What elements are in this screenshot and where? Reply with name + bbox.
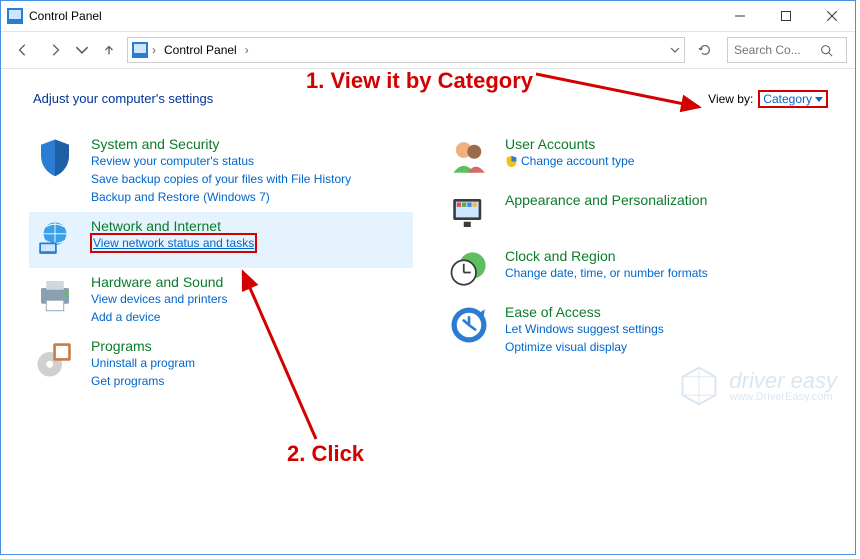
annotation-text-1: 1. View it by Category — [306, 68, 533, 94]
task-link[interactable]: Backup and Restore (Windows 7) — [91, 188, 351, 206]
window-title: Control Panel — [29, 9, 102, 23]
category-network-internet: Network and Internet View network status… — [29, 212, 413, 268]
titlebar-controls — [717, 1, 855, 31]
watermark-logo-icon — [677, 364, 721, 408]
breadcrumb-item[interactable]: Control Panel — [160, 43, 241, 57]
category-user-accounts: User Accounts Change account type — [443, 130, 827, 186]
task-link[interactable]: Get programs — [91, 372, 195, 390]
task-link[interactable]: Uninstall a program — [91, 354, 195, 372]
up-button[interactable] — [95, 36, 123, 64]
task-link[interactable]: Optimize visual display — [505, 338, 664, 356]
address-dropdown-icon[interactable] — [670, 45, 680, 55]
view-by-control: View by: Category — [708, 91, 827, 107]
user-accounts-icon — [448, 136, 490, 178]
forward-button[interactable] — [41, 36, 69, 64]
refresh-button[interactable] — [693, 38, 717, 62]
category-link[interactable]: Appearance and Personalization — [505, 192, 707, 208]
maximize-button[interactable] — [763, 1, 809, 31]
control-panel-window: Control Panel › Control Panel › 1. View … — [0, 0, 856, 555]
category-link[interactable]: Network and Internet — [91, 218, 256, 234]
titlebar: Control Panel — [1, 1, 855, 32]
view-by-value: Category — [763, 92, 812, 106]
watermark: driver easy www.DriverEasy.com — [677, 364, 837, 408]
search-box[interactable] — [727, 37, 847, 63]
address-bar[interactable]: › Control Panel › — [127, 37, 685, 63]
category-clock-region: Clock and Region Change date, time, or n… — [443, 242, 827, 298]
category-link[interactable]: Hardware and Sound — [91, 274, 228, 290]
close-button[interactable] — [809, 1, 855, 31]
search-icon — [820, 44, 833, 57]
task-link[interactable]: Change date, time, or number formats — [505, 264, 708, 282]
category-ease-of-access: Ease of Access Let Windows suggest setti… — [443, 298, 827, 362]
task-link[interactable]: Let Windows suggest settings — [505, 320, 664, 338]
category-grid: System and Security Review your computer… — [29, 130, 827, 396]
annotation-text-2: 2. Click — [287, 441, 364, 467]
view-by-dropdown[interactable]: Category — [759, 91, 827, 107]
chevron-right-icon: › — [152, 43, 156, 57]
navbar: › Control Panel › — [1, 32, 855, 69]
network-icon — [34, 218, 76, 260]
ease-of-access-icon — [448, 304, 490, 346]
uac-shield-icon — [505, 155, 518, 168]
category-appearance: Appearance and Personalization — [443, 186, 827, 242]
task-link[interactable]: Change account type — [521, 152, 634, 170]
category-link[interactable]: Ease of Access — [505, 304, 664, 320]
minimize-button[interactable] — [717, 1, 763, 31]
category-link[interactable]: System and Security — [91, 136, 351, 152]
back-button[interactable] — [9, 36, 37, 64]
task-link[interactable]: Save backup copies of your files with Fi… — [91, 170, 351, 188]
category-hardware-sound: Hardware and Sound View devices and prin… — [29, 268, 413, 332]
titlebar-left: Control Panel — [7, 8, 102, 24]
address-bar-icon — [132, 42, 148, 58]
printer-icon — [34, 274, 76, 316]
view-by-label: View by: — [708, 92, 753, 106]
search-input[interactable] — [732, 42, 816, 58]
category-link[interactable]: Clock and Region — [505, 248, 708, 264]
task-link[interactable]: View devices and printers — [91, 290, 228, 308]
shield-icon — [34, 136, 76, 178]
clock-icon — [448, 248, 490, 290]
appearance-icon — [448, 192, 490, 234]
control-panel-icon — [7, 8, 23, 24]
category-link[interactable]: User Accounts — [505, 136, 634, 152]
chevron-right-icon: › — [245, 43, 249, 57]
content-area: 1. View it by Category Adjust your compu… — [1, 69, 855, 418]
watermark-brand: driver easy — [729, 370, 837, 392]
task-link-view-network-status[interactable]: View network status and tasks — [91, 234, 256, 252]
task-link[interactable]: Review your computer's status — [91, 152, 351, 170]
dropdown-arrow-icon — [815, 97, 823, 102]
category-system-security: System and Security Review your computer… — [29, 130, 413, 212]
right-column: User Accounts Change account type Appear… — [443, 130, 827, 396]
category-programs: Programs Uninstall a program Get program… — [29, 332, 413, 396]
task-link[interactable]: Add a device — [91, 308, 228, 326]
programs-icon — [34, 338, 76, 380]
watermark-url: www.DriverEasy.com — [729, 392, 837, 403]
left-column: System and Security Review your computer… — [29, 130, 413, 396]
recent-locations-button[interactable] — [73, 36, 91, 64]
category-link[interactable]: Programs — [91, 338, 195, 354]
